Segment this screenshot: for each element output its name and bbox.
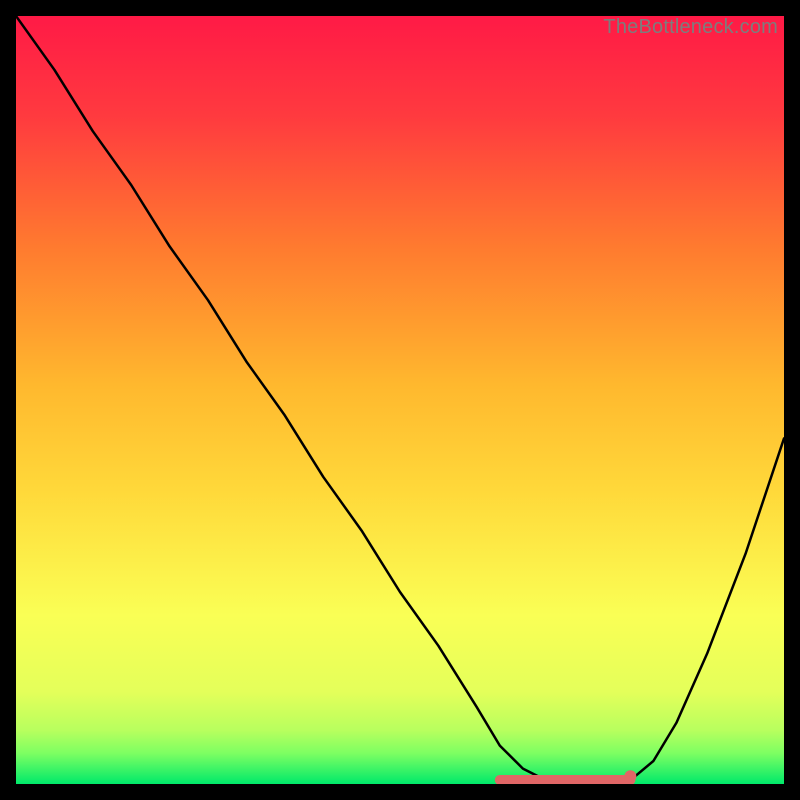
attribution-text: TheBottleneck.com — [603, 16, 778, 39]
optimal-point-marker — [624, 770, 636, 782]
bottleneck-chart — [16, 16, 784, 784]
chart-frame: TheBottleneck.com — [16, 16, 784, 784]
gradient-background — [16, 16, 784, 784]
